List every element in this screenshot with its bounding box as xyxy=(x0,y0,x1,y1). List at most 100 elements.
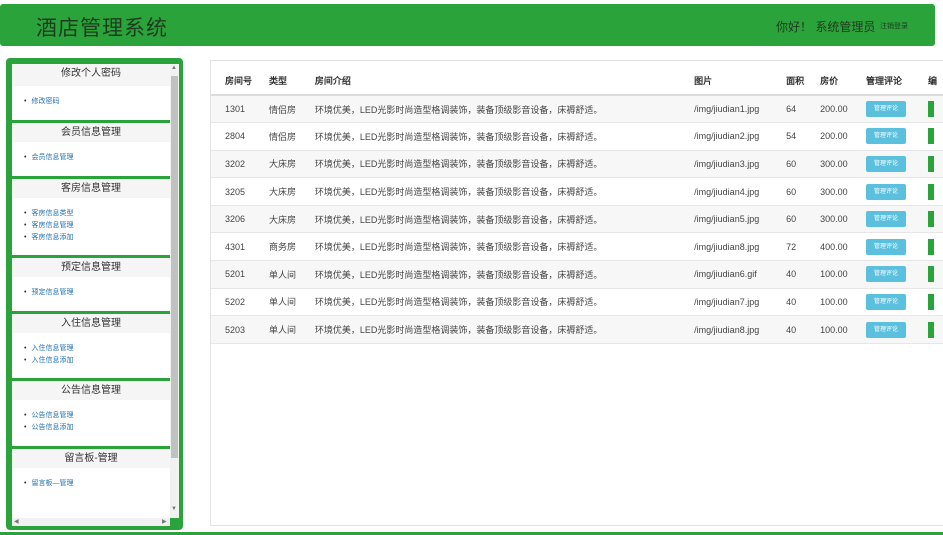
col-type: 类型 xyxy=(268,67,315,96)
edit-button[interactable] xyxy=(927,128,934,145)
sidebar-item[interactable]: 入住信息添加 xyxy=(24,355,170,367)
edit-button[interactable] xyxy=(927,266,934,283)
cell-image: /img/jiudian6.gif xyxy=(694,260,787,289)
manage-comments-button[interactable]: 管理评论 xyxy=(866,128,907,145)
sidebar-group-title[interactable]: 入住信息管理 xyxy=(12,311,170,333)
cell-area: 40 xyxy=(786,288,821,317)
cell-image: /img/jiudian7.jpg xyxy=(694,288,787,317)
edit-button[interactable] xyxy=(927,293,934,310)
sidebar-group-title[interactable]: 预定信息管理 xyxy=(12,255,170,277)
sidebar-item[interactable]: 留言板—管理 xyxy=(24,478,170,490)
logout-link[interactable]: 注销登录 xyxy=(880,21,908,31)
col-room-no: 房间号 xyxy=(211,67,269,96)
table-row: 5201 单人间 环境优美，LED光影时尚造型格调装饰，装备顶级影音设备，床褥舒适。… xyxy=(211,260,943,289)
cell-area: 60 xyxy=(786,150,821,179)
sidebar-group-title[interactable]: 客房信息管理 xyxy=(12,176,170,198)
table-row: 2804 情侣房 环境优美，LED光影时尚造型格调装饰，装备顶级影音设备，床褥舒适。… xyxy=(211,122,943,151)
scroll-up-icon[interactable]: ▲ xyxy=(171,65,177,71)
edit-button[interactable] xyxy=(927,155,934,172)
scroll-right-icon[interactable]: ▶ xyxy=(162,518,167,525)
manage-comments-button[interactable]: 管理评论 xyxy=(866,238,907,255)
greeting-text: 你好！ 系统管理员 xyxy=(776,20,876,34)
cell-manage-comments: 管理评论 xyxy=(866,260,928,289)
col-price: 房价 xyxy=(820,67,867,96)
sidebar-item[interactable]: 公告信息添加 xyxy=(24,422,170,434)
cell-area: 40 xyxy=(786,260,821,289)
sidebar-item[interactable]: 客房信息类型 xyxy=(24,208,170,220)
edit-button[interactable] xyxy=(927,101,934,118)
top-header: 酒店管理系统 你好！ 系统管理员 注销登录 xyxy=(0,4,935,46)
cell-type: 情侣房 xyxy=(268,95,315,124)
cell-price: 200.00 xyxy=(820,95,867,124)
col-image: 图片 xyxy=(694,67,787,96)
manage-comments-button[interactable]: 管理评论 xyxy=(866,155,907,172)
sidebar-group: 公告信息管理公告信息管理公告信息添加 xyxy=(12,378,170,434)
cell-price: 100.00 xyxy=(820,315,867,344)
cell-manage-comments: 管理评论 xyxy=(866,95,928,124)
cell-manage-comments: 管理评论 xyxy=(866,177,928,206)
edit-button[interactable] xyxy=(927,321,934,338)
sidebar-item[interactable]: 客房信息添加 xyxy=(24,232,170,244)
scroll-thumb[interactable] xyxy=(171,76,178,458)
cell-room-no: 3206 xyxy=(211,205,269,234)
cell-room-no: 4301 xyxy=(211,232,269,262)
col-manage-comments: 管理评论 xyxy=(866,67,928,96)
cell-price: 300.00 xyxy=(820,150,867,179)
sidebar-group: 会员信息管理会员信息管理 xyxy=(12,120,170,164)
sidebar-vertical-scrollbar[interactable]: ▲ ▼ xyxy=(170,64,179,518)
cell-description: 环境优美，LED光影时尚造型格调装饰，装备顶级影音设备，床褥舒适。 xyxy=(314,150,695,179)
main-content: 房间号 类型 房间介绍 图片 面积 房价 管理评论 编 1301 情侣房 环境优美，… xyxy=(210,60,943,526)
sidebar-item[interactable]: 入住信息管理 xyxy=(24,343,170,355)
manage-comments-button[interactable]: 管理评论 xyxy=(866,101,907,118)
cell-image: /img/jiudian1.jpg xyxy=(694,95,787,124)
table-row: 3205 大床房 环境优美，LED光影时尚造型格调装饰，装备顶级影音设备，床褥舒适。… xyxy=(211,177,943,206)
cell-type: 大床房 xyxy=(268,150,315,179)
cell-image: /img/jiudian8.jpg xyxy=(694,232,787,262)
sidebar-group-title[interactable]: 留言板-管理 xyxy=(12,446,170,468)
cell-area: 72 xyxy=(786,232,821,262)
col-edit: 编 xyxy=(927,67,943,96)
sidebar-group-title[interactable]: 公告信息管理 xyxy=(12,378,170,400)
edit-button[interactable] xyxy=(927,238,934,255)
scroll-left-icon[interactable]: ◀ xyxy=(14,518,19,525)
sidebar-item[interactable]: 公告信息管理 xyxy=(24,410,170,422)
sidebar-group-title[interactable]: 会员信息管理 xyxy=(12,120,170,142)
edit-button[interactable] xyxy=(927,183,934,200)
cell-room-no: 5201 xyxy=(211,260,269,289)
cell-room-no: 5202 xyxy=(211,288,269,317)
app-title: 酒店管理系统 xyxy=(36,17,168,40)
manage-comments-button[interactable]: 管理评论 xyxy=(866,183,907,200)
sidebar-group: 预定信息管理预定信息管理 xyxy=(12,255,170,299)
manage-comments-button[interactable]: 管理评论 xyxy=(866,321,907,338)
cell-price: 400.00 xyxy=(820,232,867,262)
edit-button[interactable] xyxy=(927,211,934,228)
cell-price: 100.00 xyxy=(820,288,867,317)
cell-description: 环境优美，LED光影时尚造型格调装饰，装备顶级影音设备，床褥舒适。 xyxy=(314,122,695,151)
cell-image: /img/jiudian5.jpg xyxy=(694,205,787,234)
cell-image: /img/jiudian2.jpg xyxy=(694,122,787,151)
sidebar-item[interactable]: 会员信息管理 xyxy=(24,152,170,164)
sidebar-group: 客房信息管理客房信息类型客房信息管理客房信息添加 xyxy=(12,176,170,244)
cell-description: 环境优美，LED光影时尚造型格调装饰，装备顶级影音设备，床褥舒适。 xyxy=(314,205,695,234)
cell-edit xyxy=(927,232,943,262)
sidebar-group-title[interactable]: 修改个人密码 xyxy=(12,64,170,86)
manage-comments-button[interactable]: 管理评论 xyxy=(866,211,907,228)
cell-type: 大床房 xyxy=(268,205,315,234)
cell-type: 单人间 xyxy=(268,288,315,317)
manage-comments-button[interactable]: 管理评论 xyxy=(866,266,907,283)
cell-edit xyxy=(927,150,943,179)
sidebar-item[interactable]: 修改密码 xyxy=(24,96,170,108)
cell-type: 单人间 xyxy=(268,315,315,344)
sidebar-menu: 修改个人密码修改密码会员信息管理会员信息管理客房信息管理客房信息类型客房信息管理… xyxy=(12,64,170,518)
manage-comments-button[interactable]: 管理评论 xyxy=(866,293,907,310)
cell-area: 40 xyxy=(786,315,821,344)
cell-manage-comments: 管理评论 xyxy=(866,122,928,151)
cell-edit xyxy=(927,260,943,289)
sidebar-horizontal-scrollbar[interactable]: ◀ ▶ xyxy=(12,518,170,526)
scroll-down-icon[interactable]: ▼ xyxy=(171,506,177,512)
cell-image: /img/jiudian3.jpg xyxy=(694,150,787,179)
cell-room-no: 3205 xyxy=(211,177,269,206)
sidebar-item[interactable]: 客房信息管理 xyxy=(24,220,170,232)
sidebar-item[interactable]: 预定信息管理 xyxy=(24,287,170,299)
cell-description: 环境优美，LED光影时尚造型格调装饰，装备顶级影音设备，床褥舒适。 xyxy=(314,177,695,206)
